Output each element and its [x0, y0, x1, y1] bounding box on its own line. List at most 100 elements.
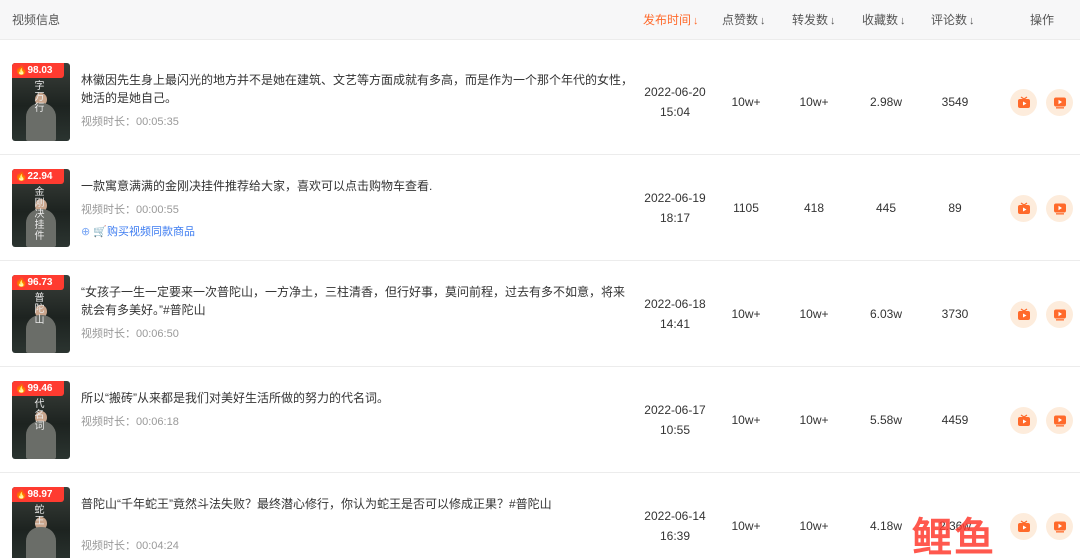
favorites-count: 445 — [875, 201, 897, 215]
table-row: 字万行 🔥98.03 林徽因先生身上最闪光的地方并不是她在建筑、文艺等方面成就有… — [0, 49, 1080, 155]
video-thumbnail[interactable]: 普陀山 🔥96.73 — [12, 275, 70, 353]
publish-datetime: 2022-06-18 14:41 — [630, 294, 720, 334]
open-video-button[interactable] — [1046, 195, 1073, 222]
sort-comments[interactable]: 评论数 ↓ — [931, 0, 975, 40]
video-thumbnail[interactable]: 蛇王 🔥98.97 — [12, 487, 70, 558]
hot-score-value: 98.03 — [27, 65, 53, 76]
favorites-count: 2.98w — [869, 95, 903, 109]
hot-score-badge: 🔥22.94 — [12, 169, 64, 184]
publish-date: 2022-06-20 — [644, 85, 706, 99]
video-thumbnail[interactable]: 代名词 🔥99.46 — [12, 381, 70, 459]
thumbnail-caption: 字万行 — [34, 81, 46, 114]
shares-count: 418 — [803, 201, 825, 215]
tv-play-icon — [1017, 520, 1030, 532]
video-thumbnail[interactable]: 字万行 🔥98.03 — [12, 63, 70, 141]
comments-count: 3730 — [941, 307, 969, 321]
play-video-button[interactable] — [1010, 195, 1037, 222]
open-video-button[interactable] — [1046, 513, 1073, 540]
publish-date: 2022-06-18 — [644, 297, 706, 311]
video-duration: 视频时长：00:06:18 — [81, 416, 179, 428]
play-video-button[interactable] — [1010, 407, 1037, 434]
fire-icon: 🔥 — [15, 383, 28, 394]
sort-arrow-icon: ↓ — [693, 15, 699, 27]
buy-product-link[interactable]: ⊕ 🛒购买视频同款商品 — [81, 223, 195, 239]
hot-score-badge: 🔥98.03 — [12, 63, 64, 78]
comments-count: 3549 — [941, 95, 969, 109]
publish-date: 2022-06-14 — [644, 509, 706, 523]
shares-count: 10w+ — [799, 307, 829, 321]
favorites-count: 4.18w — [869, 519, 903, 533]
video-title[interactable]: 所以“搬砖”从来都是我们对美好生活所做的努力的代名词。 — [81, 389, 636, 407]
likes-count: 10w+ — [731, 413, 761, 427]
publish-time: 18:17 — [659, 211, 691, 225]
publish-time: 15:04 — [659, 105, 691, 119]
column-shares-label: 转发数 — [792, 13, 829, 27]
sort-arrow-icon: ↓ — [969, 15, 975, 27]
video-play-icon — [1053, 521, 1066, 533]
column-publish-time-label: 发布时间 — [643, 13, 692, 27]
shares-count: 10w+ — [799, 413, 829, 427]
column-favorites-label: 收藏数 — [862, 13, 899, 27]
column-comments-label: 评论数 — [931, 13, 968, 27]
favorites-count: 5.58w — [869, 413, 903, 427]
play-video-button[interactable] — [1010, 301, 1037, 328]
table-row: 金刚决挂件 🔥22.94 一款寓意满满的金刚决挂件推荐给大家，喜欢可以点击购物车… — [0, 155, 1080, 261]
link-icon: ⊕ — [81, 226, 91, 238]
tv-play-icon — [1017, 308, 1030, 320]
video-duration: 视频时长：00:04:24 — [81, 540, 179, 552]
hot-score-badge: 🔥96.73 — [12, 275, 64, 290]
shopping-cart-icon: 🛒 — [93, 226, 107, 238]
video-duration: 视频时长：00:05:35 — [81, 116, 179, 128]
column-video-info: 视频信息 — [12, 13, 61, 27]
hot-score-value: 22.94 — [27, 171, 53, 182]
open-video-button[interactable] — [1046, 407, 1073, 434]
comments-count: 4459 — [941, 413, 969, 427]
open-video-button[interactable] — [1046, 89, 1073, 116]
likes-count: 1105 — [733, 201, 759, 215]
open-video-button[interactable] — [1046, 301, 1073, 328]
thumbnail-caption: 蛇王 — [34, 505, 46, 527]
fire-icon: 🔥 — [15, 65, 28, 76]
publish-time: 16:39 — [659, 529, 691, 543]
publish-datetime: 2022-06-20 15:04 — [630, 82, 720, 122]
publish-date: 2022-06-17 — [644, 403, 706, 417]
video-thumbnail[interactable]: 金刚决挂件 🔥22.94 — [12, 169, 70, 247]
video-title[interactable]: “女孩子一生一定要来一次普陀山，一方净土，三柱清香，但行好事，莫问前程，过去有多… — [81, 283, 636, 319]
sort-shares[interactable]: 转发数 ↓ — [792, 0, 836, 40]
fire-icon: 🔥 — [15, 277, 28, 288]
hot-score-value: 98.97 — [27, 489, 53, 500]
video-play-icon — [1053, 309, 1066, 321]
likes-count: 10w+ — [731, 519, 761, 533]
column-likes-label: 点赞数 — [722, 13, 759, 27]
sort-likes[interactable]: 点赞数 ↓ — [722, 0, 766, 40]
hot-score-value: 99.46 — [27, 383, 53, 394]
thumbnail-caption: 代名词 — [34, 399, 46, 432]
video-title[interactable]: 林徽因先生身上最闪光的地方并不是她在建筑、文艺等方面成就有多高，而是作为一个那个… — [81, 71, 636, 107]
video-title[interactable]: 普陀山“千年蛇王”竟然斗法失败？最终潜心修行，你认为蛇王是否可以修成正果？#普陀… — [81, 495, 636, 513]
likes-count: 10w+ — [731, 95, 761, 109]
column-actions: 操作 — [1030, 13, 1055, 27]
sort-favorites[interactable]: 收藏数 ↓ — [862, 0, 906, 40]
watermark-logo: 鲤鱼 — [912, 515, 996, 558]
table-row: 代名词 🔥99.46 所以“搬砖”从来都是我们对美好生活所做的努力的代名词。 视… — [0, 367, 1080, 473]
tv-play-icon — [1017, 202, 1030, 214]
video-title[interactable]: 一款寓意满满的金刚决挂件推荐给大家，喜欢可以点击购物车查看. — [81, 177, 636, 195]
publish-date: 2022-06-19 — [644, 191, 706, 205]
tv-play-icon — [1017, 414, 1030, 426]
play-video-button[interactable] — [1010, 513, 1037, 540]
favorites-count: 6.03w — [869, 307, 903, 321]
video-play-icon — [1053, 203, 1066, 215]
video-duration: 视频时长：00:06:50 — [81, 328, 179, 340]
thumbnail-caption: 普陀山 — [34, 293, 46, 326]
comments-count: 89 — [948, 201, 962, 215]
publish-datetime: 2022-06-14 16:39 — [630, 506, 720, 546]
person-figure-graphic — [26, 527, 56, 558]
publish-datetime: 2022-06-17 10:55 — [630, 400, 720, 440]
video-duration: 视频时长：00:00:55 — [81, 204, 179, 216]
sort-arrow-icon: ↓ — [760, 15, 766, 27]
fire-icon: 🔥 — [15, 171, 28, 182]
play-video-button[interactable] — [1010, 89, 1037, 116]
sort-publish-time[interactable]: 发布时间 ↓ — [643, 0, 699, 40]
hot-score-badge: 🔥98.97 — [12, 487, 64, 502]
sort-arrow-icon: ↓ — [900, 15, 906, 27]
